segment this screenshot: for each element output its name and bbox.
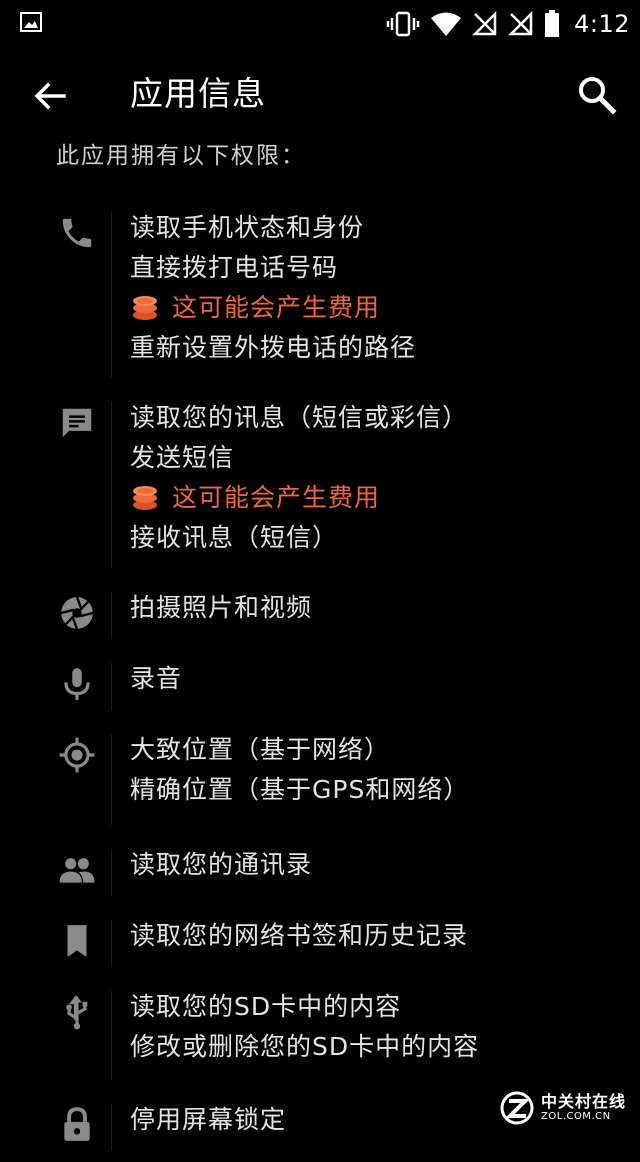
- permission-line: 拍摄照片和视频: [130, 593, 313, 622]
- wifi-icon: [431, 12, 462, 36]
- cost-warning-text: 这可能会产生费用: [172, 293, 381, 322]
- status-icons: 4:12: [386, 6, 630, 42]
- status-bar: 4:12: [0, 0, 640, 48]
- coins-icon: [133, 486, 157, 510]
- watermark-cn: 中关村在线: [540, 1092, 626, 1111]
- permission-group-camera: 拍摄照片和视频: [0, 580, 640, 651]
- permission-line: 录音: [130, 664, 183, 693]
- battery-icon: [545, 10, 560, 37]
- permission-list: 读取手机状态和身份 直接拨打电话号码 这可能会产生费用 重新设置外拨电话的路径: [0, 200, 640, 1162]
- cost-warning: 这可能会产生费用: [130, 478, 640, 518]
- permission-line: 重新设置外拨电话的路径: [130, 333, 417, 362]
- permission-line: 读取您的SD卡中的内容: [130, 992, 402, 1021]
- permission-group-contacts: 读取您的通讯录: [0, 837, 640, 908]
- search-icon[interactable]: [576, 74, 618, 116]
- cost-warning: 这可能会产生费用: [130, 288, 640, 328]
- page-title: 应用信息: [130, 74, 266, 113]
- zol-logo-icon: [500, 1091, 534, 1125]
- permission-line: 精确位置（基于GPS和网络）: [130, 775, 470, 804]
- no-signal-icon: [508, 11, 533, 36]
- no-signal-icon: [472, 11, 497, 36]
- watermark: 中关村在线 ZOL.COM.CN: [499, 1090, 626, 1126]
- permission-line: 读取手机状态和身份: [130, 213, 365, 242]
- cost-warning-text: 这可能会产生费用: [172, 483, 381, 512]
- coins-icon: [133, 296, 157, 320]
- contacts-icon: [59, 858, 95, 883]
- permission-group-bookmarks: 读取您的网络书签和历史记录: [0, 908, 640, 979]
- location-icon: [59, 737, 95, 773]
- permission-line: 大致位置（基于网络）: [130, 735, 391, 764]
- permission-line: 直接拨打电话号码: [130, 253, 339, 282]
- clock: 4:12: [574, 10, 630, 38]
- lock-icon: [64, 1107, 90, 1141]
- permission-line: 发送短信: [130, 443, 235, 472]
- permission-group-storage: 读取您的SD卡中的内容 修改或删除您的SD卡中的内容: [0, 979, 640, 1092]
- image-icon: [20, 12, 42, 32]
- permission-line: 读取您的讯息（短信或彩信）: [130, 403, 469, 432]
- phone-icon: [62, 218, 92, 248]
- app-bar: 应用信息: [0, 48, 640, 142]
- permission-group-microphone: 录音: [0, 651, 640, 722]
- permissions-subheader: 此应用拥有以下权限：: [56, 143, 306, 169]
- permission-line: 修改或删除您的SD卡中的内容: [130, 1032, 480, 1061]
- permission-line: 接收讯息（短信）: [130, 523, 339, 552]
- permission-group-messages: 读取您的讯息（短信或彩信） 发送短信 这可能会产生费用 接收讯息（短信）: [0, 390, 640, 580]
- microphone-icon: [64, 668, 90, 700]
- permission-group-location: 大致位置（基于网络） 精确位置（基于GPS和网络）: [0, 722, 640, 837]
- camera-icon: [60, 596, 94, 630]
- watermark-en: ZOL.COM.CN: [540, 1111, 611, 1122]
- message-icon: [62, 408, 92, 438]
- arrow-back-icon[interactable]: [30, 76, 70, 116]
- permission-group-phone: 读取手机状态和身份 直接拨打电话号码 这可能会产生费用 重新设置外拨电话的路径: [0, 200, 640, 390]
- bookmark-icon: [67, 925, 87, 957]
- permission-line: 读取您的通讯录: [130, 850, 313, 879]
- usb-icon: [66, 995, 88, 1030]
- vibrate-icon: [386, 11, 420, 37]
- permission-line: 读取您的网络书签和历史记录: [130, 921, 469, 950]
